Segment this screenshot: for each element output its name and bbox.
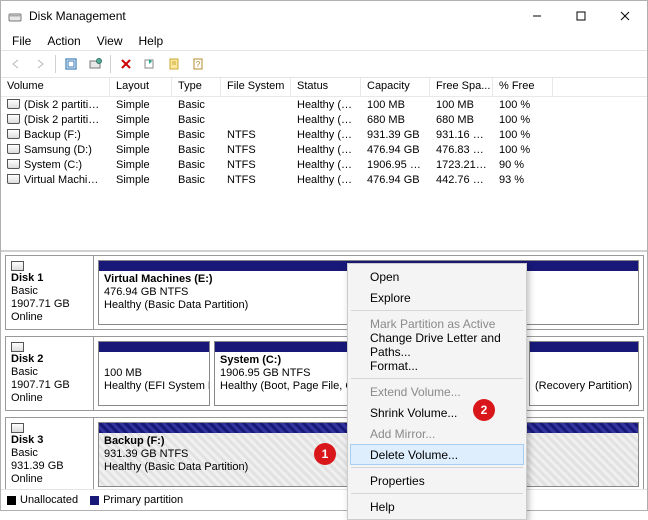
help-icon[interactable]: ? bbox=[186, 52, 210, 76]
ctx-delete-volume[interactable]: Delete Volume... bbox=[350, 444, 524, 465]
volume-row[interactable]: System (C:)SimpleBasicNTFSHealthy (B...1… bbox=[1, 157, 647, 172]
close-button[interactable] bbox=[603, 1, 647, 31]
list-header: Volume Layout Type File System Status Ca… bbox=[1, 78, 647, 97]
menu-file[interactable]: File bbox=[5, 33, 38, 49]
callout-1: 1 bbox=[314, 443, 336, 465]
volume-row[interactable]: (Disk 2 partition 4)SimpleBasicHealthy (… bbox=[1, 112, 647, 127]
refresh-button[interactable] bbox=[59, 52, 83, 76]
volume-row[interactable]: Virtual Machines (...SimpleBasicNTFSHeal… bbox=[1, 172, 647, 187]
col-type[interactable]: Type bbox=[172, 78, 221, 96]
volume-block[interactable]: 100 MBHealthy (EFI System Pa bbox=[98, 341, 210, 406]
legend-primary: Primary partition bbox=[103, 494, 183, 506]
col-pctfree[interactable]: % Free bbox=[493, 78, 553, 96]
action-button[interactable] bbox=[138, 52, 162, 76]
col-volume[interactable]: Volume bbox=[1, 78, 110, 96]
menu-view[interactable]: View bbox=[90, 33, 130, 49]
ctx-help[interactable]: Help bbox=[350, 496, 524, 517]
volume-row[interactable]: Backup (F:)SimpleBasicNTFSHealthy (B...9… bbox=[1, 127, 647, 142]
minimize-button[interactable] bbox=[515, 1, 559, 31]
context-menu: Open Explore Mark Partition as Active Ch… bbox=[347, 263, 527, 520]
callout-2: 2 bbox=[473, 399, 495, 421]
volume-row[interactable]: (Disk 2 partition 1)SimpleBasicHealthy (… bbox=[1, 97, 647, 112]
ctx-shrink-volume[interactable]: Shrink Volume... bbox=[350, 402, 524, 423]
disk-row: Disk 1 Basic 1907.71 GB Online Virtual M… bbox=[5, 255, 644, 330]
disk-row: Disk 2 Basic 1907.71 GB Online 100 MBHea… bbox=[5, 336, 644, 411]
maximize-button[interactable] bbox=[559, 1, 603, 31]
volume-row[interactable]: Samsung (D:)SimpleBasicNTFSHealthy (B...… bbox=[1, 142, 647, 157]
col-filesystem[interactable]: File System bbox=[221, 78, 291, 96]
toolbar: ? bbox=[1, 50, 647, 78]
ctx-add-mirror: Add Mirror... bbox=[350, 423, 524, 444]
window-title: Disk Management bbox=[29, 9, 126, 23]
volume-block[interactable]: (Recovery Partition) bbox=[529, 341, 639, 406]
disk-info[interactable]: Disk 2 Basic 1907.71 GB Online bbox=[6, 337, 94, 410]
col-capacity[interactable]: Capacity bbox=[361, 78, 430, 96]
svg-text:?: ? bbox=[196, 60, 201, 69]
menubar: File Action View Help bbox=[1, 31, 647, 50]
legend: Unallocated Primary partition bbox=[1, 489, 647, 510]
col-status[interactable]: Status bbox=[291, 78, 361, 96]
ctx-change-drive-letter[interactable]: Change Drive Letter and Paths... bbox=[350, 334, 524, 355]
volume-list: Volume Layout Type File System Status Ca… bbox=[1, 78, 647, 252]
col-layout[interactable]: Layout bbox=[110, 78, 172, 96]
delete-icon[interactable] bbox=[114, 52, 138, 76]
titlebar: Disk Management bbox=[1, 1, 647, 31]
properties-button[interactable] bbox=[162, 52, 186, 76]
col-freespace[interactable]: Free Spa... bbox=[430, 78, 493, 96]
ctx-explore[interactable]: Explore bbox=[350, 287, 524, 308]
ctx-open[interactable]: Open bbox=[350, 266, 524, 287]
disk-info[interactable]: Disk 1 Basic 1907.71 GB Online bbox=[6, 256, 94, 329]
ctx-properties[interactable]: Properties bbox=[350, 470, 524, 491]
settings-button[interactable] bbox=[83, 52, 107, 76]
ctx-extend-volume: Extend Volume... bbox=[350, 381, 524, 402]
forward-button bbox=[28, 52, 52, 76]
disk-info[interactable]: Disk 3 Basic 931.39 GB Online bbox=[6, 418, 94, 489]
menu-action[interactable]: Action bbox=[40, 33, 87, 49]
toolbar-separator bbox=[55, 55, 56, 73]
app-icon bbox=[7, 8, 23, 24]
back-button bbox=[4, 52, 28, 76]
toolbar-separator bbox=[110, 55, 111, 73]
menu-help[interactable]: Help bbox=[132, 33, 171, 49]
legend-unallocated: Unallocated bbox=[20, 494, 78, 506]
